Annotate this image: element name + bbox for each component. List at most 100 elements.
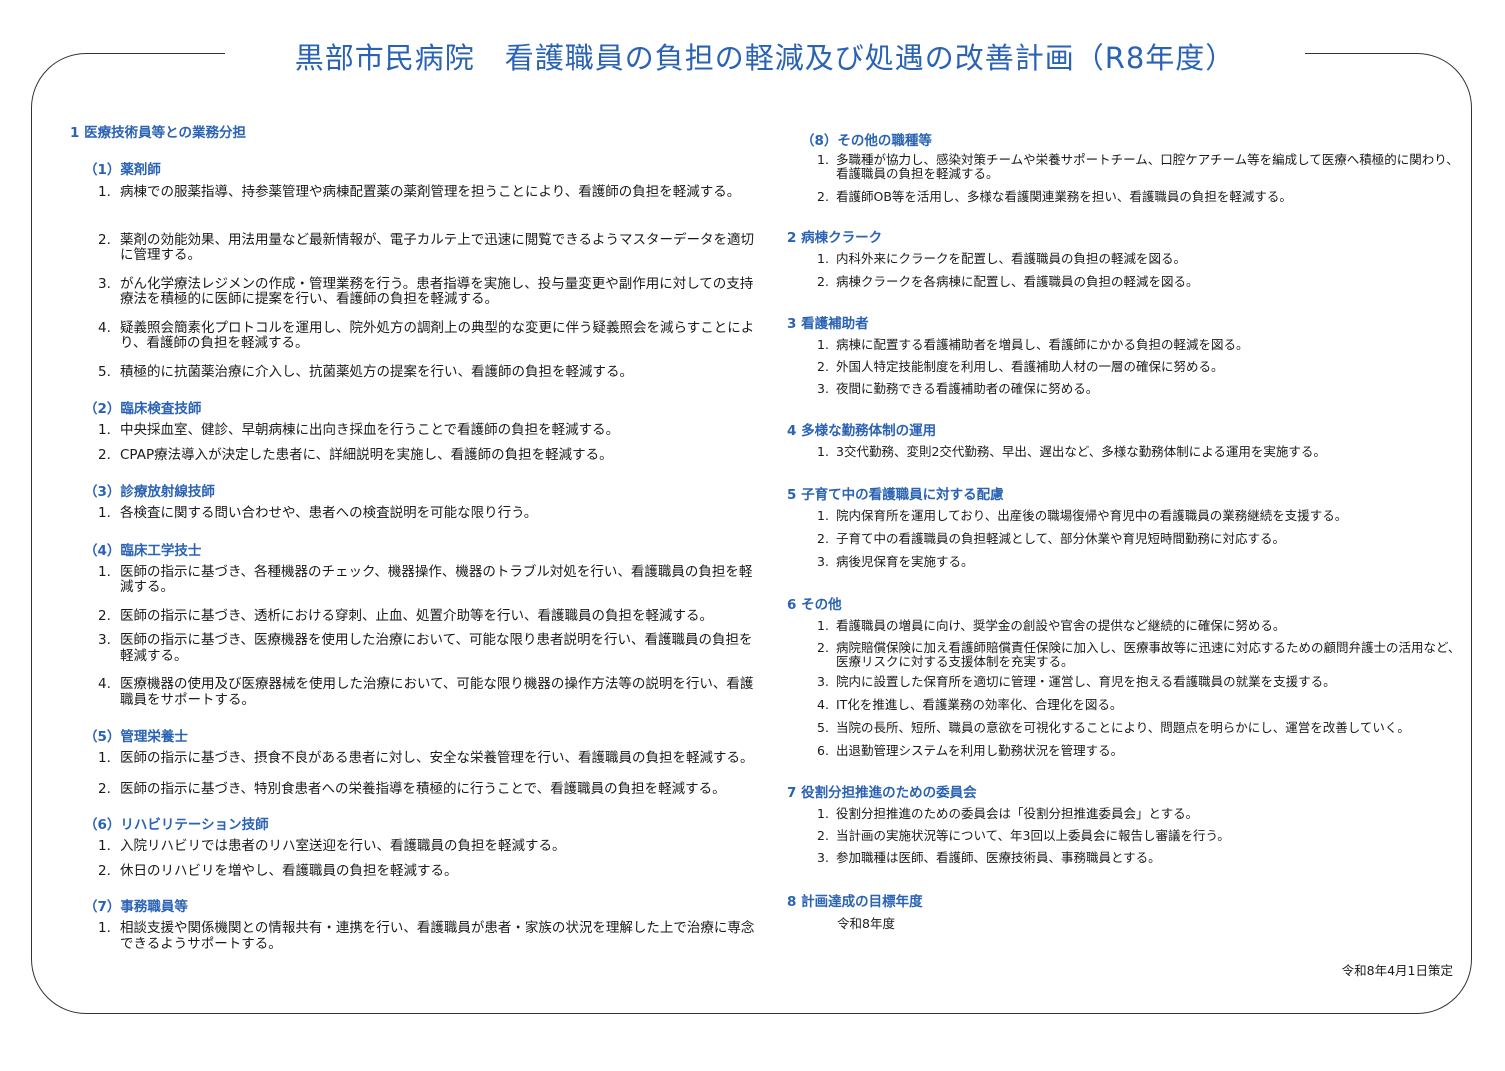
- item-number: 1.: [98, 184, 111, 200]
- item-text: 外国人特定技能制度を利用し、看護補助人材の一層の確保に努める。: [836, 359, 1224, 374]
- item-text: 看護師OB等を活用し、多様な看護関連業務を担い、看護職員の負担を軽減する。: [836, 189, 1292, 204]
- item-text: 医師の指示に基づき、各種機器のチェック、機器操作、機器のトラブル対処を行い、看護…: [120, 563, 753, 595]
- item-number: 1.: [817, 337, 829, 352]
- list-item: 1. 医師の指示に基づき、各種機器のチェック、機器操作、機器のトラブル対処を行い、…: [98, 563, 760, 596]
- list-item: 1. 看護職員の増員に向け、奨学金の創設や官舎の提供など継続的に確保に努める。: [817, 619, 1465, 633]
- item-text: 病棟での服薬指導、持参薬管理や病棟配置薬の薬剤管理を担うことにより、看護師の負担…: [120, 184, 741, 200]
- subsection-title: （5）管理栄養士: [84, 729, 188, 745]
- section-title: 4 多様な勤務体制の運用: [787, 423, 937, 439]
- item-text: 出退勤管理システムを利用し勤務状況を管理する。: [836, 743, 1124, 758]
- section-title: 6 その他: [787, 597, 842, 613]
- list-item: 1. 入院リハビリでは患者のリハ室送迎を行い、看護職員の負担を軽減する。: [98, 838, 760, 855]
- target-year: 令和8年度: [837, 916, 895, 931]
- item-number: 2.: [817, 189, 829, 204]
- item-text: 相談支援や関係機関との情報共有・連携を行い、看護職員が患者・家族の状況を理解した…: [120, 920, 755, 952]
- item-number: 4.: [817, 697, 829, 712]
- item-number: 1.: [98, 505, 111, 521]
- item-text: 医師の指示に基づき、透析における穿刺、止血、処置介助等を行い、看護職員の負担を軽…: [120, 607, 714, 624]
- item-number: 2.: [817, 274, 829, 289]
- list-item: 1. 3交代勤務、変則2交代勤務、早出、遅出など、多様な勤務体制による運用を実施す…: [817, 445, 1465, 459]
- item-number: 2.: [98, 231, 111, 248]
- item-number: 1.: [98, 838, 111, 854]
- item-number: 1.: [98, 750, 111, 766]
- item-text: IT化を推進し、看護業務の効率化、合理化を図る。: [836, 697, 1123, 712]
- item-text: 入院リハビリでは患者のリハ室送迎を行い、看護職員の負担を軽減する。: [120, 838, 566, 854]
- list-item: 2. 外国人特定技能制度を利用し、看護補助人材の一層の確保に努める。: [817, 360, 1465, 374]
- item-text: 子育て中の看護職員の負担軽減として、部分休業や育児短時間勤務に対応する。: [836, 531, 1286, 546]
- list-item: 3. 医師の指示に基づき、医療機器を使用した治療において、可能な限り患者説明を行い…: [98, 632, 760, 664]
- list-item: 3. 院内に設置した保育所を適切に管理・運営し、育児を抱える看護職員の就業を支援す…: [817, 675, 1465, 689]
- item-text: 参加職種は医師、看護師、医療技術員、事務職員とする。: [836, 850, 1161, 865]
- item-text: 看護職員の増員に向け、奨学金の創設や官舎の提供など継続的に確保に努める。: [836, 618, 1286, 633]
- list-item: 4. IT化を推進し、看護業務の効率化、合理化を図る。: [817, 698, 1465, 712]
- item-text: 医師の指示に基づき、医療機器を使用した治療において、可能な限り患者説明を行い、看…: [120, 632, 753, 664]
- list-item: 4. 疑義照会簡素化プロトコルを運用し、院外処方の調剤上の典型的な変更に伴う疑義照…: [98, 319, 760, 352]
- item-text: 当院の長所、短所、職員の意欲を可視化することにより、問題点を明らかにし、運営を改…: [836, 720, 1410, 735]
- item-text: 休日のリハビリを増やし、看護職員の負担を軽減する。: [120, 862, 458, 879]
- list-item: 4. 医療機器の使用及び医療器械を使用した治療において、可能な限り機器の操作方法等…: [98, 676, 760, 708]
- list-item: 1. 医師の指示に基づき、摂食不良がある患者に対し、安全な栄養管理を行い、看護職員…: [98, 750, 760, 767]
- item-number: 1.: [817, 152, 829, 167]
- list-item: 2. 当計画の実施状況等について、年3回以上委員会に報告し審議を行う。: [817, 829, 1465, 843]
- item-text: 病棟に配置する看護補助者を増員し、看護師にかかる負担の軽減を図る。: [836, 337, 1249, 352]
- list-item: 1. 役割分担推進のための委員会は「役割分担推進委員会」とする。: [817, 807, 1465, 821]
- item-text: 当計画の実施状況等について、年3回以上委員会に報告し審議を行う。: [836, 828, 1230, 843]
- list-item: 3. 参加職種は医師、看護師、医療技術員、事務職員とする。: [817, 851, 1465, 865]
- established-date: 令和8年4月1日策定: [1341, 963, 1453, 978]
- subsection-title: （2）臨床検査技師: [84, 401, 202, 417]
- item-number: 1.: [817, 806, 829, 821]
- item-text: 積極的に抗菌薬治療に介入し、抗菌薬処方の提案を行い、看護師の負担を軽減する。: [120, 363, 633, 380]
- item-text: 役割分担推進のための委員会は「役割分担推進委員会」とする。: [836, 806, 1199, 821]
- list-item: 2. 病院賠償保険に加え看護師賠償責任保険に加入し、医療事故等に迅速に対応するため…: [817, 641, 1465, 669]
- list-item: 2. 病棟クラークを各病棟に配置し、看護職員の負担の軽減を図る。: [817, 275, 1465, 289]
- list-item: 6. 出退勤管理システムを利用し勤務状況を管理する。: [817, 744, 1465, 758]
- item-number: 3.: [817, 381, 829, 396]
- item-text: 病院賠償保険に加え看護師賠償責任保険に加入し、医療事故等に迅速に対応するための顧…: [836, 640, 1461, 669]
- item-text: 病棟クラークを各病棟に配置し、看護職員の負担の軽減を図る。: [836, 274, 1199, 289]
- section-title: 2 病棟クラーク: [787, 230, 883, 246]
- item-number: 3.: [98, 632, 111, 648]
- item-number: 3.: [817, 674, 829, 689]
- right-column: （8）その他の職種等 1. 多職種が協力し、感染対策チームや栄養サポートチーム、口…: [787, 132, 1465, 931]
- list-item: 2. CPAP療法導入が決定した患者に、詳細説明を実施し、看護師の負担を軽減する。: [98, 446, 760, 464]
- item-number: 2.: [98, 446, 111, 463]
- subsection-title: （3）診療放射線技師: [84, 484, 215, 500]
- page-title: 黒部市民病院 看護職員の負担の軽減及び処遇の改善計画（R8年度）: [294, 41, 1236, 75]
- item-number: 1.: [817, 618, 829, 633]
- list-item: 1. 各検査に関する問い合わせや、患者への検査説明を可能な限り行う。: [98, 505, 760, 522]
- item-text: 各検査に関する問い合わせや、患者への検査説明を可能な限り行う。: [120, 505, 538, 521]
- item-number: 2.: [98, 607, 111, 624]
- item-number: 1.: [817, 444, 829, 459]
- list-item: 1. 病棟での服薬指導、持参薬管理や病棟配置薬の薬剤管理を担うことにより、看護師の…: [98, 184, 760, 201]
- list-item: 1. 内科外来にクラークを配置し、看護職員の負担の軽減を図る。: [817, 252, 1465, 266]
- item-number: 3.: [98, 275, 111, 292]
- subsection-title: （7）事務職員等: [84, 899, 188, 915]
- item-number: 1.: [817, 508, 829, 523]
- section-title: 1 医療技術員等との業務分担: [70, 125, 246, 141]
- title-bar: 黒部市民病院 看護職員の負担の軽減及び処遇の改善計画（R8年度）: [225, 34, 1305, 78]
- subsection-title: （1）薬剤師: [84, 162, 161, 178]
- list-item: 1. 病棟に配置する看護補助者を増員し、看護師にかかる負担の軽減を図る。: [817, 338, 1465, 352]
- item-number: 2.: [817, 359, 829, 374]
- list-item: 2. 医師の指示に基づき、特別食患者への栄養指導を積極的に行うことで、看護職員の負…: [98, 780, 760, 798]
- item-text: 医師の指示に基づき、特別食患者への栄養指導を積極的に行うことで、看護職員の負担を…: [120, 780, 726, 797]
- item-text: 内科外来にクラークを配置し、看護職員の負担の軽減を図る。: [836, 251, 1187, 266]
- item-text: 多職種が協力し、感染対策チームや栄養サポートチーム、口腔ケアチーム等を編成して医…: [836, 152, 1459, 181]
- item-number: 5.: [98, 363, 111, 380]
- item-text: 夜間に勤務できる看護補助者の確保に努める。: [836, 381, 1099, 396]
- item-text: 医療機器の使用及び医療器械を使用した治療において、可能な限り機器の操作方法等の説…: [120, 676, 754, 708]
- item-number: 3.: [817, 850, 829, 865]
- item-text: 病後児保育を実施する。: [836, 554, 974, 569]
- item-number: 2.: [817, 640, 829, 655]
- section-title: 7 役割分担推進のための委員会: [787, 785, 977, 801]
- item-text: 3交代勤務、変則2交代勤務、早出、遅出など、多様な勤務体制による運用を実施する。: [836, 444, 1326, 459]
- list-item: 2. 子育て中の看護職員の負担軽減として、部分休業や育児短時間勤務に対応する。: [817, 532, 1465, 546]
- item-number: 2.: [98, 862, 111, 879]
- list-item: 2. 医師の指示に基づき、透析における穿刺、止血、処置介助等を行い、看護職員の負担…: [98, 607, 760, 625]
- item-text: 薬剤の効能効果、用法用量など最新情報が、電子カルテ上で迅速に閲覧できるようマスタ…: [120, 231, 754, 263]
- item-text: 疑義照会簡素化プロトコルを運用し、院外処方の調剤上の典型的な変更に伴う疑義照会を…: [120, 319, 755, 351]
- item-text: 院内に設置した保育所を適切に管理・運営し、育児を抱える看護職員の就業を支援する。: [836, 674, 1336, 689]
- list-item: 3. がん化学療法レジメンの作成・管理業務を行う。患者指導を実施し、投与量変更や副…: [98, 275, 760, 308]
- item-number: 2.: [817, 531, 829, 546]
- section-title: 3 看護補助者: [787, 316, 869, 332]
